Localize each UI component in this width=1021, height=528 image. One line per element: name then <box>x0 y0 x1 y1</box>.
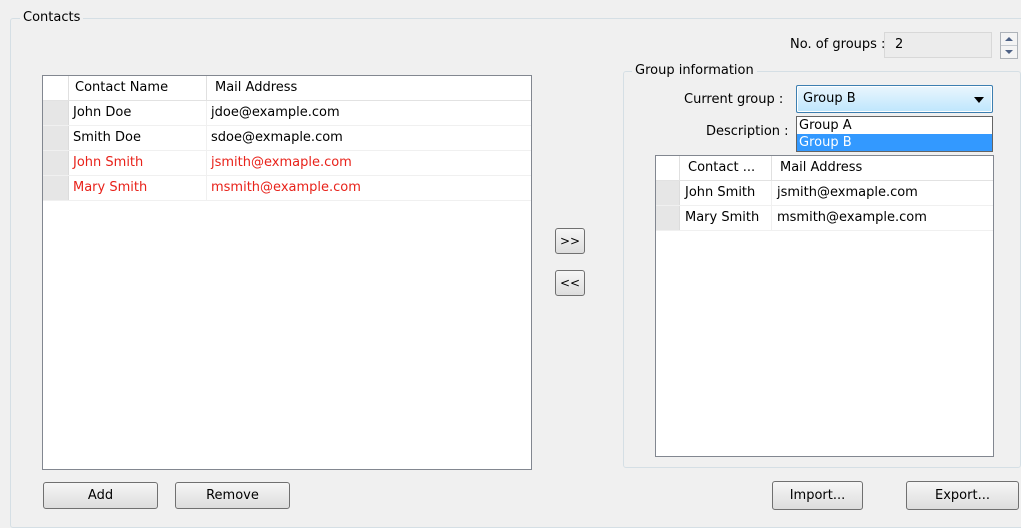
row-gutter <box>656 181 680 205</box>
table-row[interactable]: John Smith jsmith@exmaple.com <box>43 151 531 176</box>
table-row[interactable]: Mary Smith msmith@example.com <box>43 176 531 201</box>
contact-name-cell: John Doe <box>69 101 207 125</box>
add-button[interactable]: Add <box>43 482 158 509</box>
table-row[interactable]: Mary Smith msmith@example.com <box>656 206 993 231</box>
contact-name-cell: Mary Smith <box>69 176 207 200</box>
mail-address-cell: jdoe@example.com <box>211 105 340 120</box>
group-info-title: Group information <box>632 63 757 79</box>
spin-down-icon[interactable] <box>1001 46 1017 58</box>
contacts-group-title: Contacts <box>20 10 84 26</box>
group-members-header: Contact ... Mail Address <box>656 156 993 181</box>
contacts-list-header: Contact Name Mail Address <box>43 76 531 101</box>
export-button[interactable]: Export... <box>906 481 1019 510</box>
table-row[interactable]: John Smith jsmith@exmaple.com <box>656 181 993 206</box>
dropdown-option[interactable]: Group B <box>797 134 992 151</box>
remove-button[interactable]: Remove <box>175 482 290 509</box>
contact-name-cell: Mary Smith <box>680 206 772 230</box>
groups-count-spinner[interactable] <box>1000 32 1018 59</box>
groups-count-value: 2 <box>895 37 904 52</box>
groups-count-label: No. of groups : <box>790 37 886 52</box>
chevron-down-icon <box>974 97 984 103</box>
header-gutter <box>656 156 680 180</box>
contact-name-cell: Smith Doe <box>69 126 207 150</box>
contacts-list[interactable]: Contact Name Mail Address John Doe jdoe@e… <box>42 75 532 470</box>
mail-address-cell: jsmith@exmaple.com <box>211 155 352 170</box>
row-gutter <box>43 101 69 125</box>
contact-name-cell: John Smith <box>69 151 207 175</box>
remove-from-group-button[interactable]: << <box>555 270 585 296</box>
spin-up-icon[interactable] <box>1001 33 1017 46</box>
column-header-mail-address[interactable]: Mail Address <box>772 156 993 180</box>
mail-address-cell: msmith@example.com <box>777 210 927 225</box>
dropdown-option[interactable]: Group A <box>797 117 992 134</box>
description-label: Description : <box>706 124 789 139</box>
contacts-rows: John Doe jdoe@example.com Smith Doe sdoe@ex… <box>43 101 531 201</box>
row-gutter <box>43 126 69 150</box>
import-button[interactable]: Import... <box>772 481 863 510</box>
mail-address-cell: msmith@example.com <box>211 180 361 195</box>
current-group-value: Group B <box>803 91 856 106</box>
contact-name-cell: John Smith <box>680 181 772 205</box>
move-to-group-button[interactable]: >> <box>555 228 585 254</box>
current-group-dropdown-list: Group A Group B <box>796 116 993 152</box>
groups-count-input[interactable]: 2 <box>884 32 992 58</box>
column-header-contact-name[interactable]: Contact Name <box>69 76 207 100</box>
row-gutter <box>43 176 69 200</box>
table-row[interactable]: John Doe jdoe@example.com <box>43 101 531 126</box>
mail-address-cell: sdoe@exmaple.com <box>211 130 343 145</box>
group-member-rows: John Smith jsmith@exmaple.com Mary Smith ms… <box>656 181 993 231</box>
column-header-mail-address[interactable]: Mail Address <box>207 76 531 100</box>
mail-address-cell: jsmith@exmaple.com <box>777 185 918 200</box>
group-members-list[interactable]: Contact ... Mail Address John Smith jsmit… <box>655 155 994 457</box>
header-gutter <box>43 76 69 100</box>
row-gutter <box>43 151 69 175</box>
table-row[interactable]: Smith Doe sdoe@exmaple.com <box>43 126 531 151</box>
row-gutter <box>656 206 680 230</box>
current-group-label: Current group : <box>684 92 784 107</box>
current-group-select[interactable]: Group B <box>796 85 993 113</box>
column-header-contact[interactable]: Contact ... <box>680 156 772 180</box>
